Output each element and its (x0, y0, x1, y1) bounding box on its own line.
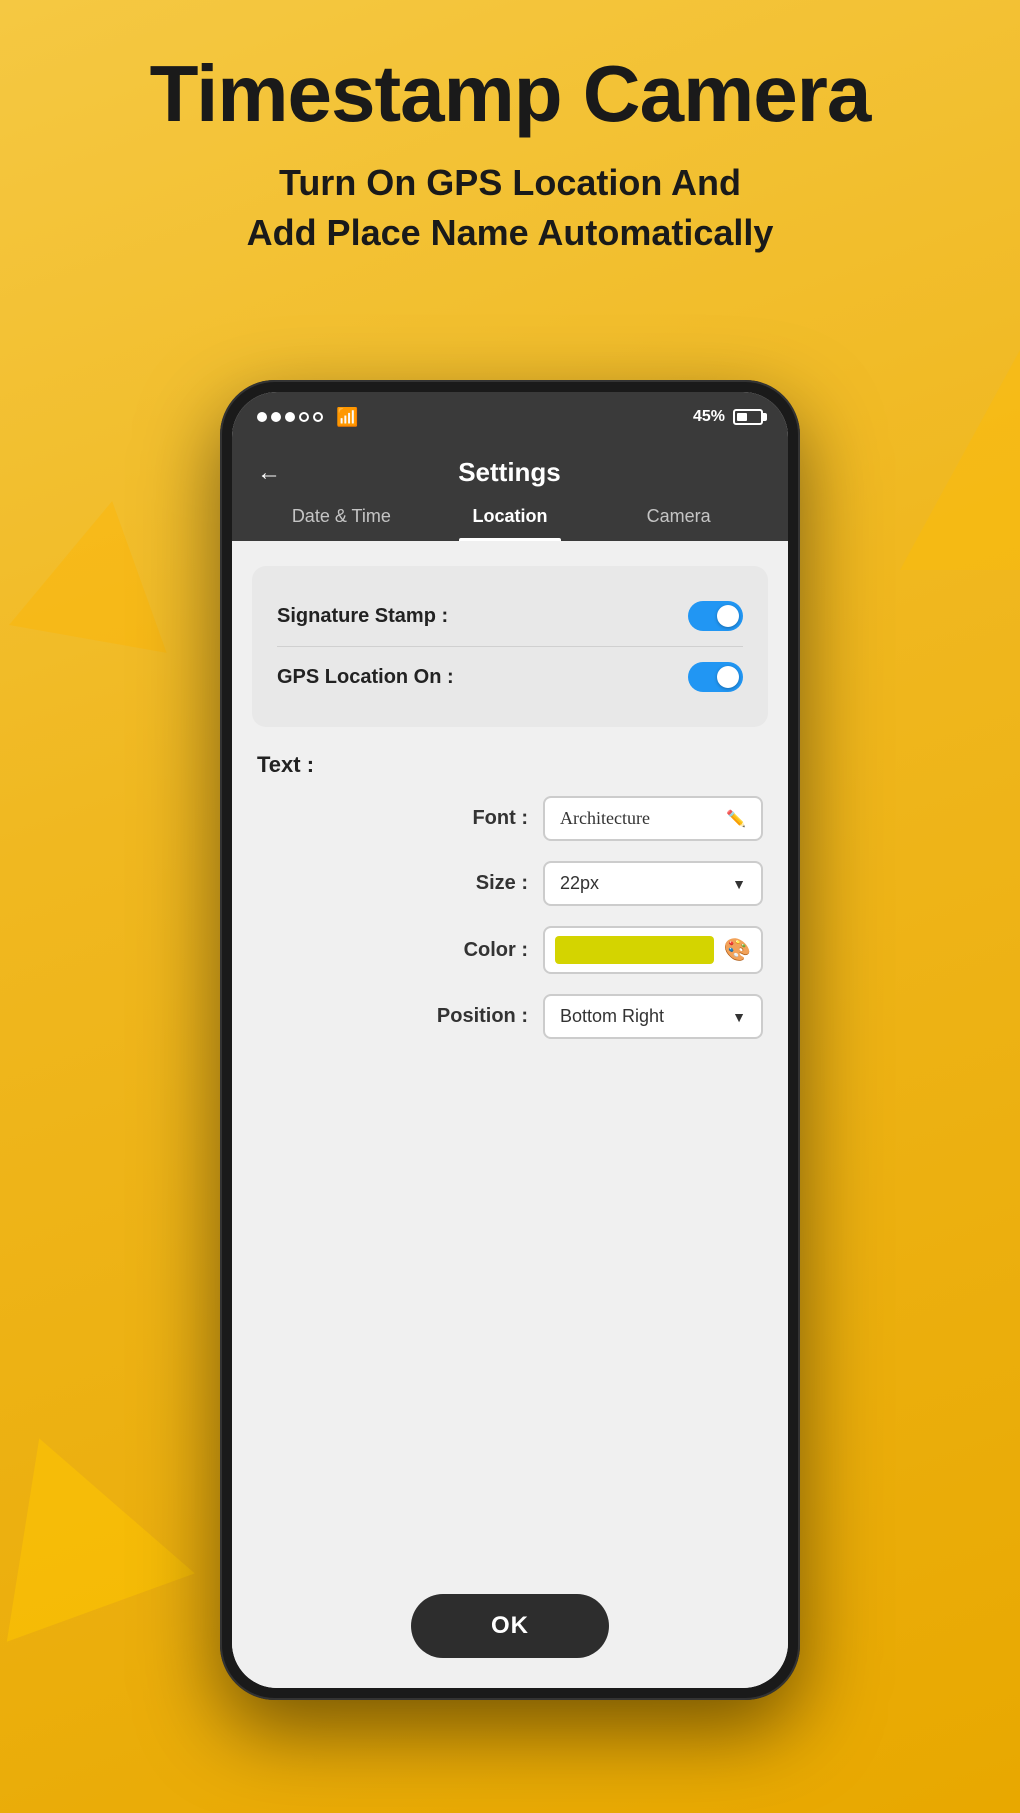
signal-dots (257, 412, 323, 422)
text-section-title: Text : (257, 752, 763, 778)
back-button[interactable]: ← (257, 459, 281, 487)
subtitle-line1: Turn On GPS Location And (279, 162, 741, 203)
tabs: Date & Time Location Camera (257, 506, 763, 541)
signal-dot-3 (285, 412, 295, 422)
tab-location[interactable]: Location (426, 506, 595, 541)
signal-dot-4 (299, 412, 309, 422)
bg-decoration-2 (9, 487, 191, 653)
color-row: Color : 🎨 (257, 926, 763, 974)
font-row: Font : Architecture ✏️ (257, 796, 763, 841)
bg-decoration-1 (0, 1404, 195, 1642)
gps-location-row: GPS Location On : (277, 646, 743, 702)
ok-button-container: OK (232, 1574, 788, 1688)
size-selector[interactable]: 22px ▼ (543, 861, 763, 906)
bg-decoration-3 (900, 350, 1020, 570)
size-control: 22px ▼ (543, 861, 763, 906)
position-row: Position : Bottom Right ▼ (257, 994, 763, 1039)
subtitle-line2: Add Place Name Automatically (247, 212, 774, 253)
text-section: Text : Font : Architecture ✏️ S (252, 752, 768, 1059)
palette-icon: 🎨 (724, 937, 751, 963)
content-area: Signature Stamp : GPS Location On : Text… (232, 541, 788, 1688)
phone-inner: 📶 45% ← Settings Date & Time (232, 392, 788, 1688)
size-dropdown-arrow: ▼ (732, 876, 746, 892)
size-row: Size : 22px ▼ (257, 861, 763, 906)
gps-location-label: GPS Location On : (277, 666, 454, 689)
position-control: Bottom Right ▼ (543, 994, 763, 1039)
header-top: ← Settings (257, 457, 763, 488)
toggles-card: Signature Stamp : GPS Location On : (252, 566, 768, 727)
signal-dot-2 (271, 412, 281, 422)
position-selector[interactable]: Bottom Right ▼ (543, 994, 763, 1039)
ok-button[interactable]: OK (411, 1594, 609, 1658)
app-header: ← Settings Date & Time Location Camera (232, 442, 788, 541)
tab-camera[interactable]: Camera (594, 506, 763, 541)
status-bar: 📶 45% (232, 392, 788, 442)
page-title: Settings (296, 457, 723, 488)
app-title: Timestamp Camera (40, 50, 980, 138)
color-control: 🎨 (543, 926, 763, 974)
edit-icon: ✏️ (726, 809, 746, 829)
phone-outer: 📶 45% ← Settings Date & Time (220, 380, 800, 1700)
signal-dot-1 (257, 412, 267, 422)
color-swatch (555, 936, 714, 964)
position-dropdown-arrow: ▼ (732, 1009, 746, 1025)
size-label: Size : (438, 872, 528, 895)
size-value: 22px (560, 873, 599, 894)
status-right: 45% (693, 408, 763, 426)
position-value: Bottom Right (560, 1006, 664, 1027)
color-selector[interactable]: 🎨 (543, 926, 763, 974)
signature-stamp-toggle[interactable] (688, 601, 743, 631)
status-left: 📶 (257, 407, 358, 428)
app-subtitle: Turn On GPS Location And Add Place Name … (40, 158, 980, 259)
font-value: Architecture (560, 808, 650, 829)
signature-stamp-row: Signature Stamp : (277, 591, 743, 641)
tab-date-time[interactable]: Date & Time (257, 506, 426, 541)
color-label: Color : (438, 939, 528, 962)
signature-stamp-label: Signature Stamp : (277, 605, 448, 628)
header-section: Timestamp Camera Turn On GPS Location An… (0, 50, 1020, 259)
battery-icon (733, 409, 763, 425)
battery-fill (737, 413, 747, 421)
battery-percent: 45% (693, 408, 725, 426)
font-control: Architecture ✏️ (543, 796, 763, 841)
phone-mockup: 📶 45% ← Settings Date & Time (220, 380, 800, 1700)
wifi-icon: 📶 (336, 407, 358, 428)
font-label: Font : (438, 807, 528, 830)
position-label: Position : (437, 1005, 528, 1028)
font-selector[interactable]: Architecture ✏️ (543, 796, 763, 841)
signal-dot-5 (313, 412, 323, 422)
gps-location-toggle[interactable] (688, 662, 743, 692)
